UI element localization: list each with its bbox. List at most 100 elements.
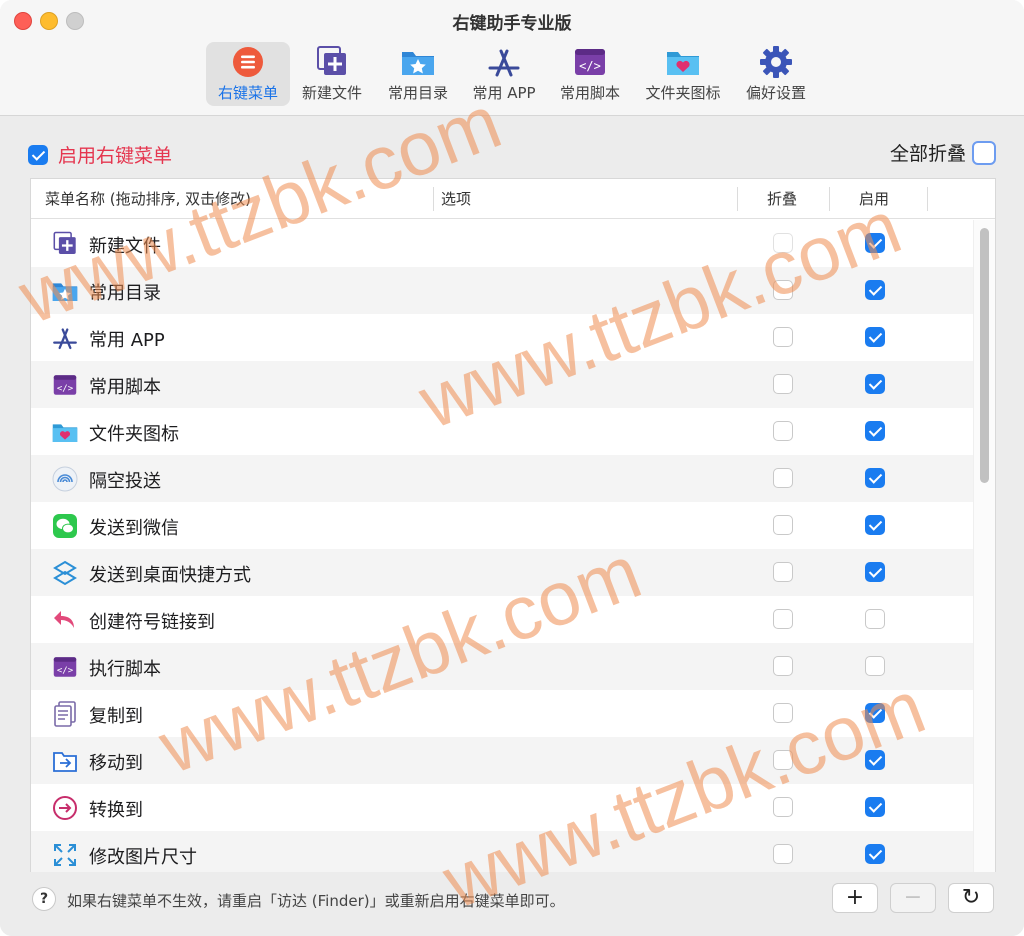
menu-item-name: 移动到 xyxy=(89,753,143,774)
fold-checkbox[interactable] xyxy=(773,797,793,817)
menu-item-name: 转换到 xyxy=(89,800,143,821)
tab-label: 偏好设置 xyxy=(745,84,806,102)
fold-checkbox[interactable] xyxy=(773,421,793,441)
column-header-enable[interactable]: 启用 xyxy=(859,179,889,219)
fold-checkbox[interactable] xyxy=(773,562,793,582)
fold-checkbox[interactable] xyxy=(773,609,793,629)
enable-checkbox[interactable] xyxy=(865,656,885,676)
column-header-name[interactable]: 菜单名称 (拖动排序, 双击修改) xyxy=(45,179,251,219)
fold-checkbox[interactable] xyxy=(773,750,793,770)
refresh-button[interactable]: ↻ xyxy=(948,883,994,913)
table-row[interactable]: 移动到 xyxy=(31,737,973,784)
menu-items-table: 菜单名称 (拖动排序, 双击修改) 选项 折叠 启用 新建文件 常用目录 常用 … xyxy=(30,178,996,872)
menu-item-name: 常用脚本 xyxy=(89,377,161,398)
menu-item-name: 常用目录 xyxy=(89,283,161,304)
enable-checkbox[interactable] xyxy=(865,844,885,864)
tab-common-dirs[interactable]: 常用目录 xyxy=(382,42,454,106)
footer-hint: 如果右键菜单不生效，请重启「访达 (Finder)」或重新启用右键菜单即可。 xyxy=(67,892,565,910)
table-row[interactable]: 隔空投送 xyxy=(31,455,973,502)
tab-common-app[interactable]: 常用 APP xyxy=(468,42,540,106)
enable-right-menu-option[interactable]: 启用右键菜单 xyxy=(28,141,172,168)
collapse-all-option[interactable]: 全部折叠 xyxy=(890,139,996,166)
menu-item-name: 文件夹图标 xyxy=(89,424,179,445)
remove-button[interactable]: − xyxy=(890,883,936,913)
tab-label: 新建文件 xyxy=(301,84,362,102)
svg-text:</>: </> xyxy=(579,59,601,73)
fold-checkbox[interactable] xyxy=(773,327,793,347)
tab-right-menu[interactable]: 右键菜单 xyxy=(206,42,290,106)
table-row[interactable]: </> 常用脚本 xyxy=(31,361,973,408)
column-divider xyxy=(737,187,738,211)
table-row[interactable]: 常用 APP xyxy=(31,314,973,361)
enable-checkbox[interactable] xyxy=(865,374,885,394)
enable-checkbox[interactable] xyxy=(865,327,885,347)
add-button[interactable]: + xyxy=(832,883,878,913)
enable-checkbox[interactable] xyxy=(865,797,885,817)
move-icon xyxy=(51,747,79,775)
enable-checkbox[interactable] xyxy=(865,421,885,441)
new-file-icon xyxy=(314,44,350,80)
scrollbar-thumb[interactable] xyxy=(980,228,989,483)
table-row[interactable]: 创建符号链接到 xyxy=(31,596,973,643)
enable-checkbox[interactable] xyxy=(865,233,885,253)
tab-new-file[interactable]: 新建文件 xyxy=(296,42,368,106)
enable-checkbox[interactable] xyxy=(865,750,885,770)
script-icon: </> xyxy=(51,653,79,681)
fold-checkbox[interactable] xyxy=(773,515,793,535)
table-row[interactable]: 新建文件 xyxy=(31,220,973,267)
tab-common-scripts[interactable]: </> 常用脚本 xyxy=(554,42,626,106)
app-store-icon xyxy=(486,44,522,80)
enable-checkbox[interactable] xyxy=(865,280,885,300)
table-row[interactable]: 复制到 xyxy=(31,690,973,737)
enable-checkbox[interactable] xyxy=(865,703,885,723)
collapse-all-checkbox[interactable] xyxy=(972,140,996,165)
collapse-all-label: 全部折叠 xyxy=(889,143,966,165)
table-row[interactable]: </> 执行脚本 xyxy=(31,643,973,690)
tab-folder-icon[interactable]: 文件夹图标 xyxy=(638,42,728,106)
help-button[interactable]: ? xyxy=(32,887,56,911)
resize-icon xyxy=(51,841,79,869)
enable-right-menu-checkbox[interactable] xyxy=(28,144,48,165)
enable-checkbox[interactable] xyxy=(865,562,885,582)
shortcut-icon xyxy=(51,559,79,587)
tab-preferences[interactable]: 偏好设置 xyxy=(740,42,812,106)
symlink-icon xyxy=(51,606,79,634)
script-icon: </> xyxy=(51,371,79,399)
title-bar: 右键助手专业版 右键菜单 新建文件 常用目录 常用 APP </> 常用脚本 文… xyxy=(0,0,1024,116)
column-divider xyxy=(829,187,830,211)
footer-bar: ? 如果右键菜单不生效，请重启「访达 (Finder)」或重新启用右键菜单即可。… xyxy=(0,881,1024,921)
menu-item-name: 创建符号链接到 xyxy=(89,612,215,633)
folder-star-icon xyxy=(400,44,436,80)
fold-checkbox[interactable] xyxy=(773,703,793,723)
fold-checkbox[interactable] xyxy=(773,468,793,488)
wechat-icon xyxy=(51,512,79,540)
enable-checkbox[interactable] xyxy=(865,468,885,488)
enable-checkbox[interactable] xyxy=(865,515,885,535)
table-row[interactable]: 文件夹图标 xyxy=(31,408,973,455)
table-row[interactable]: 转换到 xyxy=(31,784,973,831)
menu-item-name: 新建文件 xyxy=(89,236,161,257)
menu-item-name: 隔空投送 xyxy=(89,471,161,492)
fold-checkbox[interactable] xyxy=(773,374,793,394)
column-header-fold[interactable]: 折叠 xyxy=(767,179,797,219)
fold-checkbox[interactable] xyxy=(773,280,793,300)
enable-checkbox[interactable] xyxy=(865,609,885,629)
table-row[interactable]: 修改图片尺寸 xyxy=(31,831,973,872)
script-icon: </> xyxy=(572,44,608,80)
table-scrollbar[interactable] xyxy=(973,220,995,872)
menu-item-name: 复制到 xyxy=(89,706,143,727)
fold-checkbox[interactable] xyxy=(773,233,793,253)
table-row[interactable]: 常用目录 xyxy=(31,267,973,314)
fold-checkbox[interactable] xyxy=(773,844,793,864)
column-header-options[interactable]: 选项 xyxy=(441,179,471,219)
airdrop-icon xyxy=(51,465,79,493)
gear-icon xyxy=(758,44,794,80)
right-menu-panel: 启用右键菜单 全部折叠 菜单名称 (拖动排序, 双击修改) 选项 折叠 启用 新… xyxy=(0,117,1024,936)
window-title: 右键助手专业版 xyxy=(452,14,572,34)
menu-item-name: 常用 APP xyxy=(89,330,165,351)
tab-label: 常用目录 xyxy=(387,84,448,102)
table-row[interactable]: 发送到桌面快捷方式 xyxy=(31,549,973,596)
table-row[interactable]: 发送到微信 xyxy=(31,502,973,549)
fold-checkbox[interactable] xyxy=(773,656,793,676)
new-file-icon xyxy=(51,230,79,258)
